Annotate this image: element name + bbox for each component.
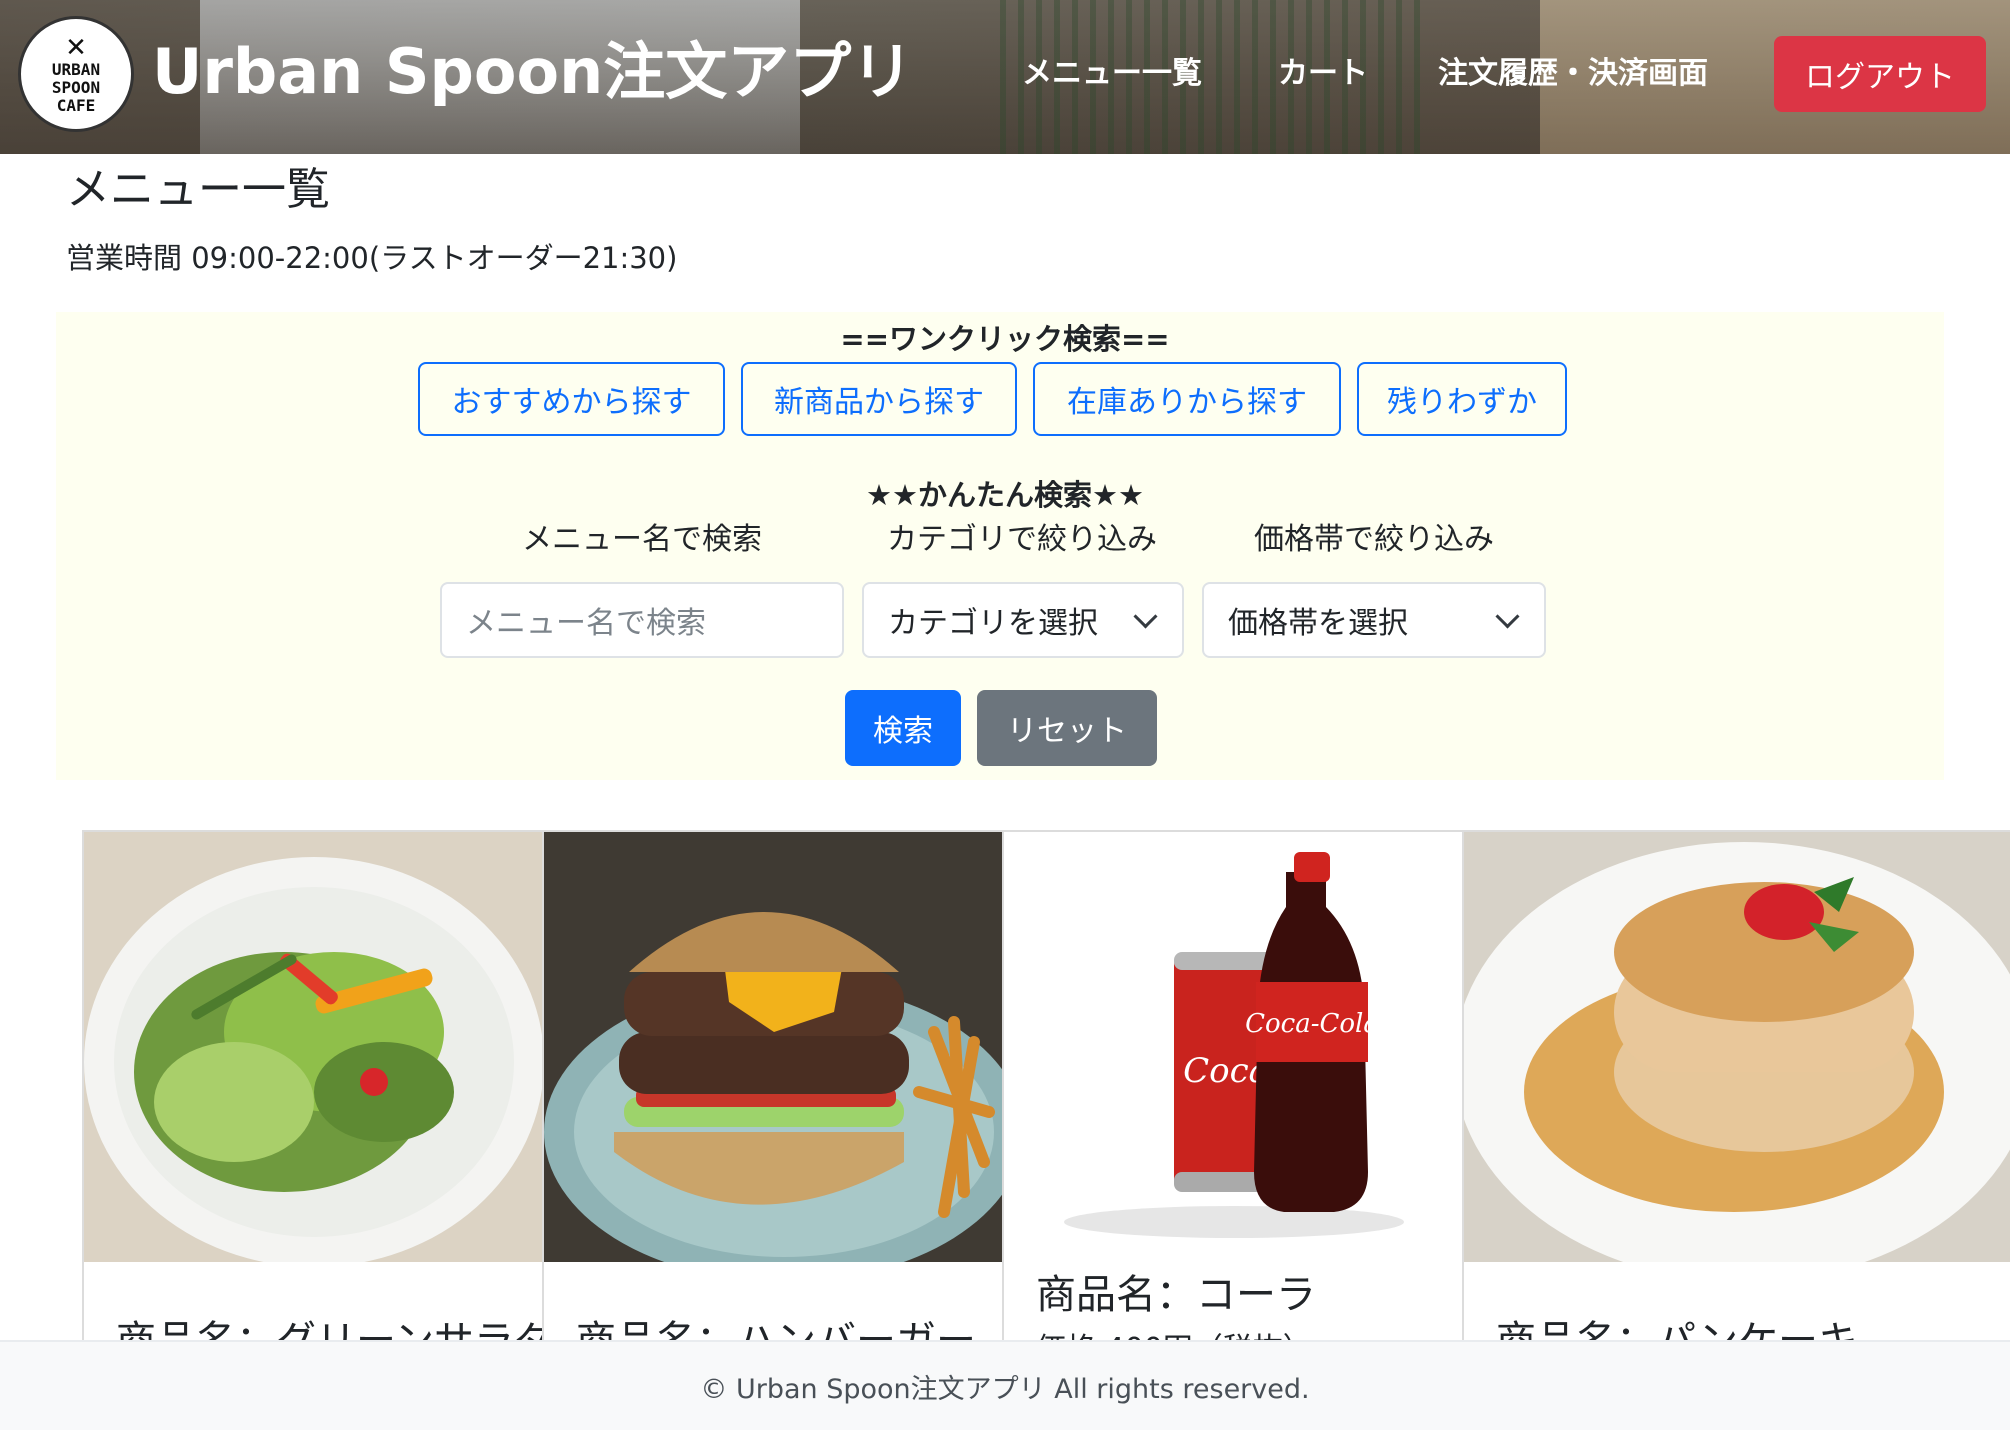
product-name: 商品名：コーラ	[1036, 1272, 1316, 1318]
product-card-hamburger[interactable]: 商品名：ハンバーガー	[542, 830, 1004, 1350]
easy-search-heading: ★★かんたん検索★★	[866, 478, 1144, 512]
search-in-stock-button[interactable]: 在庫ありから探す	[1033, 362, 1341, 436]
footer: © Urban Spoon注文アプリ All rights reserved.	[0, 1340, 2010, 1430]
category-filter-label: カテゴリで絞り込み	[887, 522, 1157, 557]
copyright-text: © Urban Spoon注文アプリ All rights reserved.	[700, 1373, 1310, 1405]
cafe-logo[interactable]: ✕ URBAN SPOON CAFE	[18, 16, 134, 132]
pancake-image	[1464, 832, 2010, 1262]
search-low-stock-button[interactable]: 残りわずか	[1357, 362, 1567, 436]
page-title: メニュー一覧	[66, 164, 330, 215]
menu-name-search-input[interactable]: メニュー名で検索	[440, 582, 844, 658]
menu-name-search-placeholder: メニュー名で検索	[466, 606, 706, 641]
business-hours: 営業時間 09:00-22:00(ラストオーダー21:30)	[66, 241, 678, 275]
search-button[interactable]: 検索	[845, 690, 961, 766]
product-card-cola[interactable]: Coca Coca-Cola 商品名：コーラ 価格 400円（税抜）	[1002, 830, 1464, 1350]
search-new-items-button[interactable]: 新商品から探す	[741, 362, 1017, 436]
chevron-down-icon	[1495, 604, 1520, 629]
search-recommended-button[interactable]: おすすめから探す	[418, 362, 725, 436]
cola-image: Coca Coca-Cola	[1004, 832, 1462, 1262]
price-range-select-value: 価格帯を選択	[1228, 606, 1408, 641]
product-card-pancake[interactable]: 商品名：パンケーキ	[1462, 830, 2010, 1350]
app-title[interactable]: Urban Spoon注文アプリ	[152, 32, 913, 112]
app-header: ✕ URBAN SPOON CAFE Urban Spoon注文アプリ メニュー…	[0, 0, 2010, 154]
category-select-value: カテゴリを選択	[888, 606, 1098, 641]
hamburger-image	[544, 832, 1002, 1262]
nav-order-history[interactable]: 注文履歴・決済画面	[1438, 50, 1708, 98]
logout-button[interactable]: ログアウト	[1774, 36, 1986, 112]
logo-line-1: URBAN	[51, 60, 101, 79]
logo-line-3: CAFE	[56, 96, 96, 115]
price-filter-label: 価格帯で絞り込み	[1254, 522, 1494, 557]
salad-image	[84, 832, 542, 1262]
nav-cart[interactable]: カート	[1278, 50, 1368, 98]
logo-line-2: SPOON	[51, 78, 101, 97]
nav-menu-list[interactable]: メニュー一覧	[1022, 50, 1202, 98]
reset-button[interactable]: リセット	[977, 690, 1157, 766]
price-range-select[interactable]: 価格帯を選択	[1202, 582, 1546, 658]
product-card-salad[interactable]: 商品名：グリーンサラダ	[82, 830, 544, 1350]
svg-text:Coca-Cola: Coca-Cola	[1245, 1009, 1379, 1039]
one-click-search-heading: ==ワンクリック検索==	[840, 322, 1170, 356]
category-select[interactable]: カテゴリを選択	[862, 582, 1184, 658]
chevron-down-icon	[1133, 604, 1158, 629]
fork-spoon-icon: ✕	[65, 33, 87, 63]
name-search-label: メニュー名で検索	[522, 522, 762, 557]
